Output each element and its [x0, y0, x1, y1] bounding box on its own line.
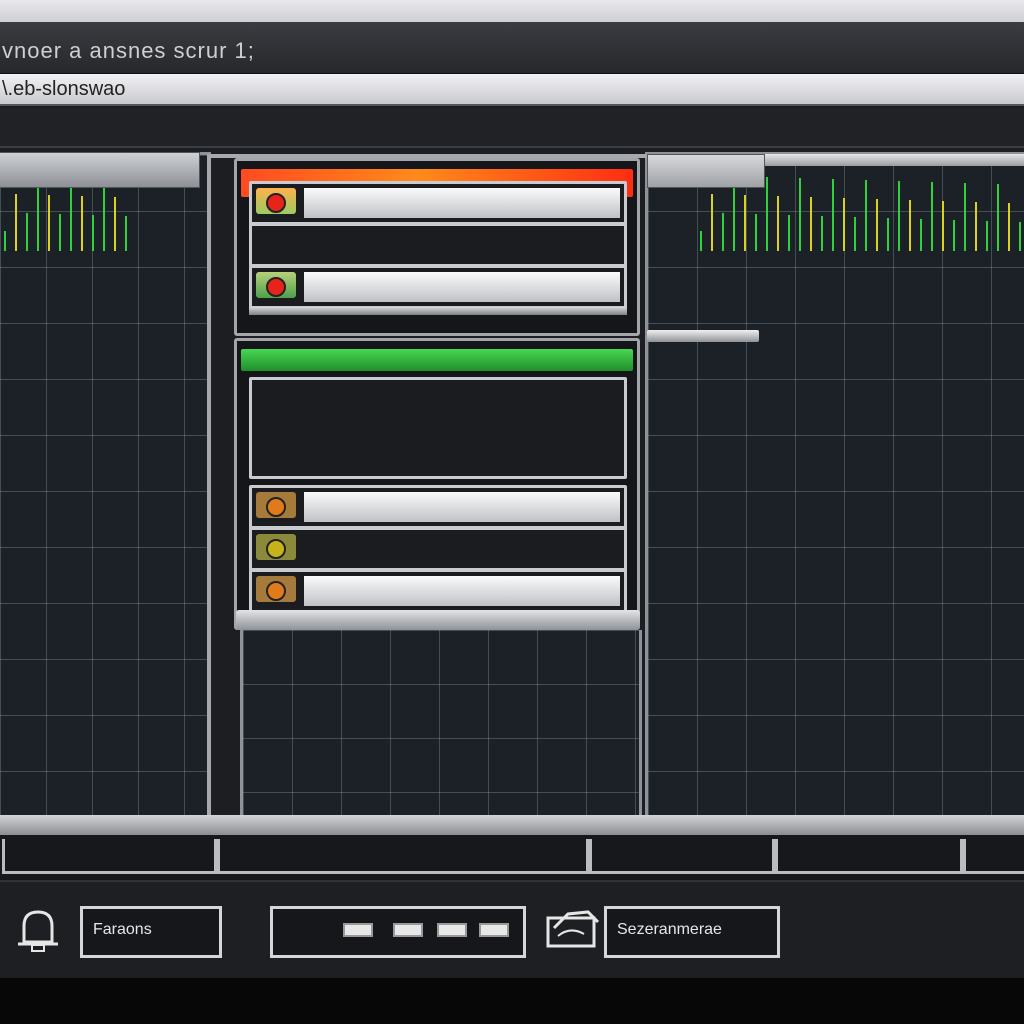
status-field-3[interactable]: Sezeranmerae [604, 906, 780, 958]
slot-bar [304, 188, 620, 218]
signal-tick [1019, 222, 1021, 251]
signal-tick [821, 216, 823, 251]
control-button-3[interactable] [437, 923, 467, 937]
signal-tick [70, 177, 72, 251]
rack-bottom-rail [236, 610, 640, 630]
signal-tick [788, 215, 790, 251]
signal-tick [26, 213, 28, 251]
signal-tick [1008, 203, 1010, 251]
signal-tick [887, 218, 889, 251]
center-grid-panel [240, 630, 642, 820]
signal-tick [114, 197, 116, 251]
signal-tick [799, 178, 801, 251]
left-scope-panel[interactable] [0, 152, 211, 820]
status-field-1[interactable]: Faraons [80, 906, 222, 958]
signal-tick [700, 231, 702, 251]
signal-tick [15, 194, 17, 251]
status-led [256, 272, 296, 298]
control-button-2[interactable] [393, 923, 423, 937]
signal-tick [4, 231, 6, 251]
address-path: \.eb-slonswao [2, 78, 126, 100]
signal-tick [766, 177, 768, 251]
signal-tick [103, 178, 105, 251]
signal-tick [854, 217, 856, 251]
signal-tick [997, 184, 999, 251]
bell-icon[interactable] [16, 908, 60, 954]
status-led [256, 576, 296, 602]
control-button-1[interactable] [343, 923, 373, 937]
signal-tick [931, 182, 933, 251]
bottom-edge [0, 978, 1024, 1024]
signal-tick [744, 195, 746, 251]
window-top-strip [0, 0, 1024, 22]
status-field-3-text: Sezeranmerae [617, 921, 722, 938]
unit-divider [249, 307, 627, 315]
slot-bar [304, 576, 620, 606]
right-panel-tab[interactable] [647, 154, 765, 188]
signal-tick [755, 214, 757, 251]
rack-unit-bottom [234, 338, 640, 630]
signal-tick [964, 183, 966, 251]
track-tab-5[interactable] [960, 839, 1024, 874]
signal-tick [953, 220, 955, 251]
signal-tick [942, 201, 944, 251]
rack-slot-1[interactable] [249, 181, 627, 225]
status-led [256, 492, 296, 518]
rack-unit-top [234, 158, 640, 336]
signal-tick [920, 219, 922, 251]
signal-tick [59, 214, 61, 251]
rack-slot-5[interactable] [249, 485, 627, 529]
track-tab-1[interactable] [2, 839, 220, 874]
rack-slot-2[interactable] [249, 223, 627, 267]
right-panel-rail [765, 154, 1024, 166]
signal-tick [832, 179, 834, 251]
toolbar-strip [0, 108, 1024, 148]
track-tab-4[interactable] [772, 839, 966, 874]
signal-tick [48, 195, 50, 251]
address-bar[interactable]: \.eb-slonswao [0, 74, 1024, 106]
rack-slot-7[interactable] [249, 569, 627, 613]
status-led [256, 534, 296, 560]
ok-header-bar [241, 349, 633, 371]
signal-tick [986, 221, 988, 251]
right-scope-panel[interactable] [645, 152, 1024, 820]
signal-tick [876, 199, 878, 251]
signal-tick [810, 197, 812, 251]
track-tab-3[interactable] [586, 839, 778, 874]
transport-controls[interactable] [270, 906, 526, 958]
signal-tick [711, 194, 713, 251]
status-led [256, 188, 296, 214]
signal-tick [865, 180, 867, 251]
slot-bar [304, 272, 620, 302]
left-panel-tab[interactable] [0, 152, 200, 188]
folder-icon[interactable] [544, 904, 602, 952]
signal-tick [909, 200, 911, 251]
rack-slot-4[interactable] [249, 377, 627, 479]
slot-bar [304, 492, 620, 522]
control-button-4[interactable] [479, 923, 509, 937]
rack-slot-3[interactable] [249, 265, 627, 309]
bottom-rail [0, 815, 1024, 835]
track-tabs-row [0, 835, 1024, 881]
signal-tick [125, 216, 127, 251]
signal-tick [975, 202, 977, 251]
status-bar: Faraons Sezeranmerae [0, 880, 1024, 978]
signal-tick [777, 196, 779, 251]
signal-tick [722, 213, 724, 251]
rack-slot-6[interactable] [249, 527, 627, 571]
window-title: vnoer a ansnes scrur 1; [2, 38, 255, 63]
signal-tick [843, 198, 845, 251]
drag-handle[interactable] [647, 330, 759, 342]
signal-tick [81, 196, 83, 251]
track-tab-2[interactable] [214, 839, 592, 874]
title-bar: vnoer a ansnes scrur 1; [0, 22, 1024, 74]
signal-tick [898, 181, 900, 251]
signal-tick [92, 215, 94, 251]
status-field-1-text: Faraons [93, 921, 152, 938]
